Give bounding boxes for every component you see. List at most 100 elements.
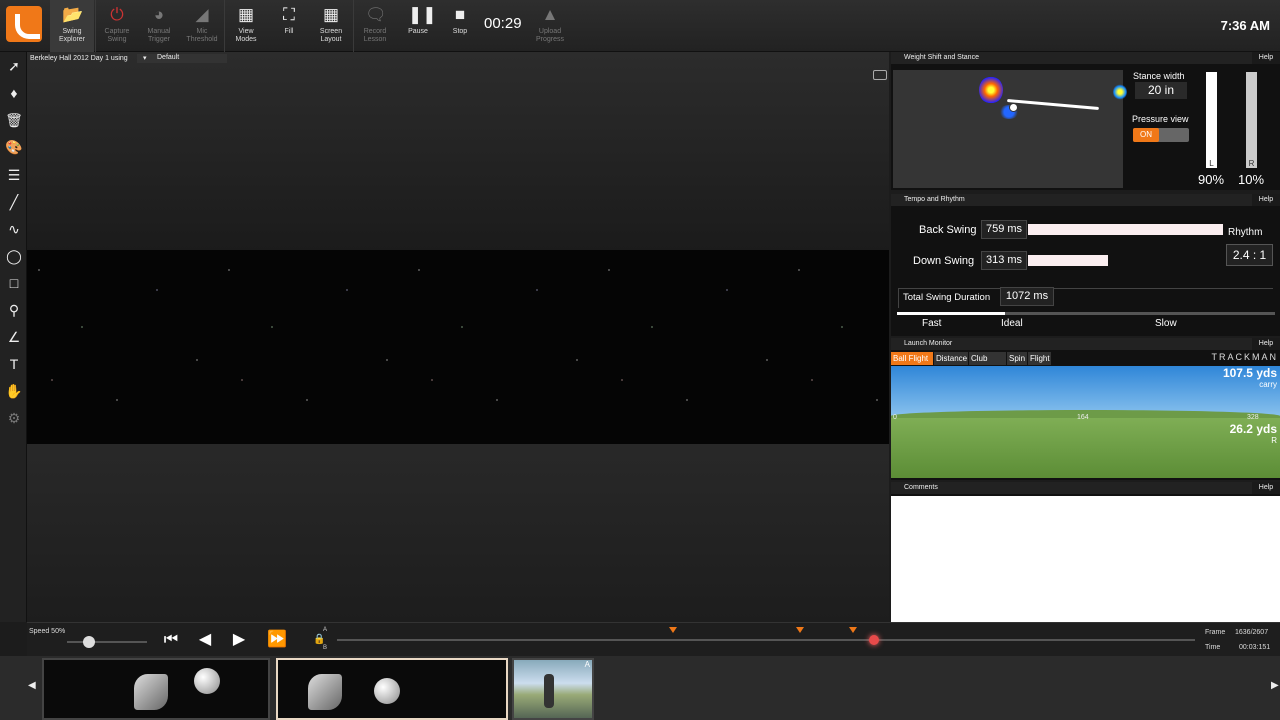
club-head — [308, 674, 342, 710]
event-marker-icon[interactable] — [849, 627, 857, 633]
color-palette-icon[interactable]: 🎨 — [4, 137, 24, 157]
fill-icon: ⛶ — [283, 5, 295, 24]
tab-distance[interactable]: Distance — [934, 352, 969, 365]
tab-spin[interactable]: Spin — [1007, 352, 1028, 365]
left-bar-label: L — [1209, 159, 1214, 168]
line-weight-icon[interactable]: ☰ — [4, 165, 24, 185]
angle-tool-icon[interactable]: ∠ — [4, 327, 24, 347]
a-marker-label: A — [323, 627, 328, 633]
panel-title: Comments — [904, 484, 938, 491]
total-duration-value: 1072 ms — [1000, 287, 1054, 306]
stop-button[interactable]: ■ Stop — [438, 0, 482, 52]
record-lesson-button[interactable]: 🗨 Record Lesson — [353, 0, 397, 52]
freehand-tool-icon[interactable]: ∿ — [4, 219, 24, 239]
down-swing-value: 313 ms — [981, 251, 1027, 270]
view-modes-button[interactable]: ▦ View Modes — [224, 0, 268, 52]
pause-label: Pause — [408, 28, 428, 35]
speed-slider[interactable] — [67, 641, 147, 643]
panel-header: Comments Help — [891, 482, 1280, 494]
help-button[interactable]: Help — [1252, 482, 1280, 494]
help-button[interactable]: Help — [1252, 194, 1280, 206]
pressure-map — [893, 70, 1127, 188]
play-button[interactable]: ▶ — [226, 629, 252, 651]
total-duration-label: Total Swing Duration — [903, 292, 991, 303]
manual-trigger-button[interactable]: ◕ Manual Trigger — [137, 0, 181, 52]
video-options-icon[interactable] — [873, 70, 887, 80]
eraser-icon[interactable]: ♦ — [4, 83, 24, 103]
b-marker-label: B — [323, 645, 328, 651]
trash-icon[interactable]: 🗑 — [4, 110, 24, 130]
fill-button[interactable]: ⛶ Fill — [267, 0, 311, 52]
right-weight-bar: R — [1246, 72, 1257, 168]
swing-thumbnail-selected[interactable] — [276, 658, 508, 720]
comments-panel: Comments Help — [891, 482, 1280, 622]
pause-button[interactable]: ❚❚ Pause — [396, 0, 440, 52]
swing-thumbnail-photo[interactable]: A — [512, 658, 594, 720]
capture-swing-label: Capture Swing — [104, 28, 130, 43]
view-modes-label: View Modes — [235, 28, 257, 43]
select-arrow-icon[interactable]: ➚ — [4, 56, 24, 76]
distance-marker-end: 328 — [1247, 414, 1259, 421]
power-icon: ⏻ — [110, 5, 124, 24]
time-value: 00:03:151 — [1239, 644, 1271, 651]
body-figure-icon[interactable]: ⚲ — [4, 300, 24, 320]
help-button[interactable]: Help — [1252, 338, 1280, 350]
ab-loop-toggle[interactable]: 🔒 A B — [313, 627, 329, 651]
distance-marker-start: 0 — [893, 414, 897, 421]
upload-progress-label: Upload Progress — [535, 28, 564, 43]
trigger-icon: ◕ — [153, 5, 165, 24]
event-marker-icon[interactable] — [796, 627, 804, 633]
step-back-button[interactable]: ◀ — [192, 629, 218, 651]
upload-icon: ▲ — [541, 5, 559, 24]
text-tool-icon[interactable]: T — [4, 354, 24, 374]
drawing-tools: ➚ ♦ 🗑 🎨 ☰ ╱ ∿ ◯ □ ⚲ ∠ T ✋ ⚙ — [0, 52, 27, 622]
panel-header: Tempo and Rhythm Help — [891, 194, 1280, 206]
recording-timer: 00:29 — [484, 15, 522, 32]
down-swing-bar — [1028, 255, 1108, 266]
launch-monitor-panel: Launch Monitor Help Ball Flight Distance… — [891, 338, 1280, 480]
right-bar-label: R — [1246, 159, 1257, 168]
layout-dropdown-value: Default — [157, 54, 180, 61]
template-tool-icon[interactable]: ⚙ — [4, 408, 24, 428]
line-tool-icon[interactable]: ╱ — [4, 192, 24, 212]
circle-tool-icon[interactable]: ◯ — [4, 246, 24, 266]
left-weight-bar: L — [1206, 72, 1217, 168]
hand-tool-icon[interactable]: ✋ — [4, 381, 24, 401]
help-button[interactable]: Help — [1252, 52, 1280, 64]
app-logo-icon[interactable] — [6, 6, 42, 42]
skip-to-start-button[interactable]: ⏮ — [158, 629, 184, 651]
down-swing-label: Down Swing — [913, 255, 975, 267]
rectangle-tool-icon[interactable]: □ — [4, 273, 24, 293]
panel-header: Weight Shift and Stance Help — [891, 52, 1280, 64]
tab-flight[interactable]: Flight — [1028, 352, 1052, 365]
mic-threshold-icon: ◢ — [195, 5, 209, 24]
swing-thumbnail[interactable] — [42, 658, 270, 720]
toggle-on-label: ON — [1133, 128, 1159, 142]
scroll-right-icon[interactable]: ▶ — [1271, 680, 1279, 691]
upload-progress-button[interactable]: ▲ Upload Progress — [528, 0, 572, 52]
layout-dropdown[interactable]: ▾ Default — [137, 54, 227, 63]
screen-layout-button[interactable]: ▦ Screen Layout — [309, 0, 353, 52]
scroll-left-icon[interactable]: ◀ — [28, 680, 36, 691]
event-marker-icon[interactable] — [669, 627, 677, 633]
pressure-view-toggle[interactable]: ON — [1133, 128, 1189, 142]
step-forward-button[interactable]: ⏩ — [264, 629, 290, 651]
playback-bar: Speed 50% ⏮ ◀ ▶ ⏩ 🔒 A B Frame 1636/2607 … — [27, 622, 1280, 656]
comments-textarea[interactable] — [891, 496, 1280, 622]
carry-label: carry — [1259, 380, 1277, 389]
video-viewport[interactable]: Berkeley Hall 2012 Day 1 using ▾ Default — [27, 52, 889, 622]
thumbnail-strip: ◀ A ▶ — [0, 656, 1280, 720]
tab-club-path[interactable]: Club Path — [969, 352, 1007, 376]
capture-swing-button[interactable]: ⏻ Capture Swing — [95, 0, 139, 52]
center-of-pressure-marker — [1009, 103, 1018, 112]
mic-threshold-button[interactable]: ◢ Mic Threshold — [180, 0, 224, 52]
speed-slider-handle[interactable] — [83, 636, 95, 648]
swing-explorer-button[interactable]: 📂 Swing Explorer — [50, 0, 94, 52]
timeline-track[interactable] — [337, 639, 1195, 641]
left-weight-percent: 90% — [1198, 172, 1225, 187]
pressure-view-label: Pressure view — [1132, 114, 1189, 124]
frame-label: Frame — [1205, 629, 1226, 636]
playhead[interactable] — [869, 635, 879, 645]
panel-header: Launch Monitor Help — [891, 338, 1280, 350]
tab-ball-flight[interactable]: Ball Flight — [891, 352, 934, 365]
